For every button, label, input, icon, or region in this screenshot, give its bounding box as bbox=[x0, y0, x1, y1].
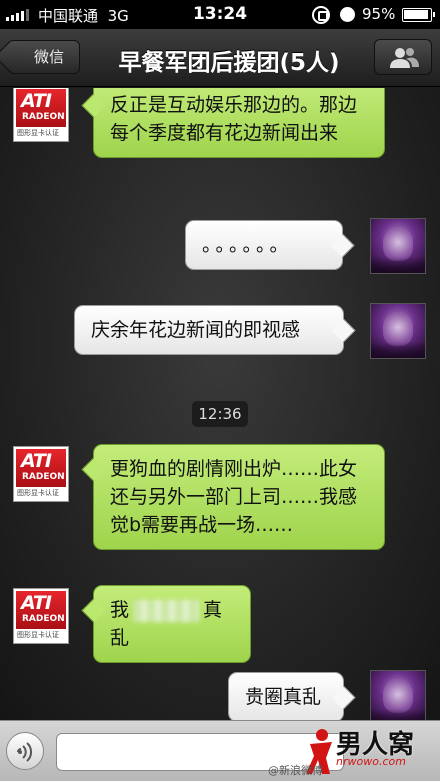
timestamp-label: 12:36 bbox=[192, 401, 248, 427]
avatar-self[interactable] bbox=[370, 670, 426, 720]
censored-blur bbox=[133, 599, 200, 622]
rotation-lock-icon bbox=[312, 6, 330, 24]
avatar-ati[interactable]: ATI RADEON 图形显卡认证 bbox=[13, 588, 69, 644]
message-bubble[interactable]: 我真乱 bbox=[93, 585, 251, 663]
message-bubble[interactable]: 。。。。。。 bbox=[185, 220, 343, 270]
message-bubble[interactable]: 反正是互动娱乐那边的。那边每个季度都有花边新闻出来 bbox=[93, 88, 385, 158]
back-button-label: 微信 bbox=[33, 48, 64, 66]
chat-area[interactable]: ATI RADEON 图形显卡认证 反正是互动娱乐那边的。那边每个季度都有花边新闻… bbox=[0, 88, 440, 720]
group-members-button[interactable] bbox=[374, 39, 432, 75]
message-text: 更狗血的剧情刚出炉……此女还与另外一部门上司……我感觉b需要再战一场…… bbox=[110, 458, 358, 536]
message-text: 庆余年花边新闻的即视感 bbox=[91, 319, 301, 341]
battery-percent: 95% bbox=[362, 5, 396, 23]
avatar-self[interactable] bbox=[370, 218, 426, 274]
battery-icon bbox=[402, 8, 435, 22]
avatar-self[interactable] bbox=[370, 303, 426, 359]
back-button[interactable]: 微信 bbox=[8, 40, 80, 74]
chat-title: 早餐军团后援团(5人) bbox=[118, 50, 340, 76]
voice-input-button[interactable] bbox=[6, 732, 44, 770]
message-bubble[interactable]: 庆余年花边新闻的即视感 bbox=[74, 305, 344, 355]
message-text: 贵圈真乱 bbox=[245, 686, 322, 708]
people-icon bbox=[390, 48, 419, 68]
alarm-icon bbox=[340, 7, 355, 22]
message-bubble[interactable]: 更狗血的剧情刚出炉……此女还与另外一部门上司……我感觉b需要再战一场…… bbox=[93, 444, 385, 550]
message-text: 我 bbox=[110, 599, 130, 621]
voice-icon bbox=[17, 742, 33, 762]
status-bar: 中国联通 3G 13:24 95% bbox=[0, 0, 440, 29]
weibo-watermark: @新浪微博 bbox=[268, 764, 323, 777]
message-text: 。。。。。。 bbox=[202, 234, 293, 256]
message-text: 反正是互动娱乐那边的。那边每个季度都有花边新闻出来 bbox=[110, 94, 358, 144]
message-bubble[interactable]: 贵圈真乱 bbox=[228, 672, 344, 720]
nav-bar: 微信 早餐军团后援团(5人) bbox=[0, 29, 440, 87]
avatar-ati[interactable]: ATI RADEON 图形显卡认证 bbox=[13, 88, 69, 142]
avatar-ati[interactable]: ATI RADEON 图形显卡认证 bbox=[13, 446, 69, 502]
